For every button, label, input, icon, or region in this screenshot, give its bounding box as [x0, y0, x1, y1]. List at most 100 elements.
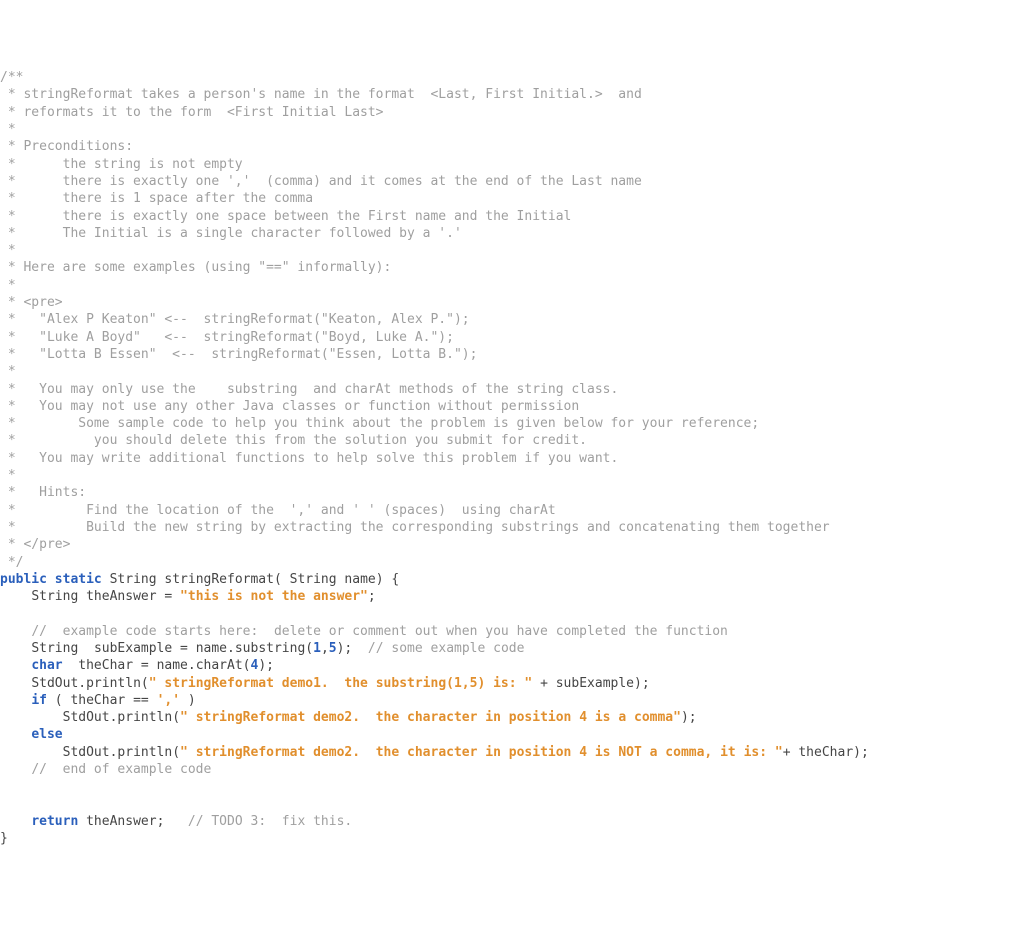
code-token-string: ',' — [157, 693, 180, 708]
code-line: * You may only use the substring and cha… — [0, 381, 1024, 398]
code-line: * — [0, 363, 1024, 380]
code-token-punct: = — [157, 589, 180, 604]
code-token-type: String — [110, 572, 157, 587]
code-line: StdOut.println(" stringReformat demo2. t… — [0, 744, 1024, 761]
code-token-comment: * The Initial is a single character foll… — [0, 226, 462, 241]
code-token-comment: * </pre> — [0, 537, 70, 552]
code-line: if ( theChar == ',' ) — [0, 692, 1024, 709]
code-line: * stringReformat takes a person's name i… — [0, 86, 1024, 103]
code-token-punct: ); — [337, 641, 368, 656]
code-token-punct — [78, 814, 86, 829]
code-line: * there is 1 space after the comma — [0, 190, 1024, 207]
code-token-comment: * — [0, 468, 16, 483]
code-token-ident: name — [157, 658, 188, 673]
code-line — [0, 605, 1024, 622]
code-line: * — [0, 242, 1024, 259]
code-line: * the string is not empty — [0, 156, 1024, 173]
code-token-comment: // example code starts here: delete or c… — [31, 624, 728, 639]
code-token-ident: name — [344, 572, 375, 587]
code-token-punct: ( — [243, 658, 251, 673]
code-line: * there is exactly one ',' (comma) and i… — [0, 173, 1024, 190]
code-token-punct: ( — [305, 641, 313, 656]
code-token-ident: subExample — [94, 641, 172, 656]
code-token-punct: ( — [47, 693, 70, 708]
code-token-punct — [78, 641, 94, 656]
code-token-string: "this is not the answer" — [180, 589, 368, 604]
code-token-punct: ( — [141, 676, 149, 691]
code-token-ident: name — [196, 641, 227, 656]
code-token-number: 5 — [329, 641, 337, 656]
code-line: char theChar = name.charAt(4); — [0, 657, 1024, 674]
code-token-ident: StdOut — [31, 676, 78, 691]
code-token-punct: = — [133, 658, 156, 673]
code-token-comment: // some example code — [368, 641, 525, 656]
code-token-punct: ); — [681, 710, 697, 725]
code-token-keyword: return — [31, 814, 78, 829]
code-token-punct — [0, 727, 31, 742]
code-line: * <pre> — [0, 294, 1024, 311]
code-line — [0, 778, 1024, 795]
code-line: * You may not use any other Java classes… — [0, 398, 1024, 415]
code-line: */ — [0, 554, 1024, 571]
code-line: String theAnswer = "this is not the answ… — [0, 588, 1024, 605]
code-line: * "Alex P Keaton" <-- stringReformat("Ke… — [0, 311, 1024, 328]
code-token-punct: ) — [180, 693, 196, 708]
code-token-comment: * You may only use the substring and cha… — [0, 382, 618, 397]
code-token-comment: * "Alex P Keaton" <-- stringReformat("Ke… — [0, 312, 470, 327]
code-token-comment: * "Lotta B Essen" <-- stringReformat("Es… — [0, 347, 477, 362]
code-line: } — [0, 830, 1024, 847]
code-token-punct — [0, 658, 31, 673]
code-token-type: String — [31, 641, 78, 656]
code-token-punct: . — [227, 641, 235, 656]
code-token-punct: ; — [368, 589, 376, 604]
code-token-comment: * there is exactly one space between the… — [0, 209, 571, 224]
code-token-string: " stringReformat demo1. the substring(1,… — [149, 676, 533, 691]
code-token-ident: charAt — [196, 658, 243, 673]
code-token-string: " stringReformat demo2. the character in… — [180, 710, 681, 725]
code-token-comment: * — [0, 122, 16, 137]
code-line: * "Luke A Boyd" <-- stringReformat("Boyd… — [0, 329, 1024, 346]
code-token-punct — [63, 658, 79, 673]
code-token-type: String — [31, 589, 78, 604]
code-line: * </pre> — [0, 536, 1024, 553]
code-token-ident: println — [86, 676, 141, 691]
code-line: * — [0, 121, 1024, 138]
code-token-punct: } — [0, 831, 8, 846]
code-line: * Preconditions: — [0, 138, 1024, 155]
code-token-ident: theChar — [798, 745, 853, 760]
code-token-punct — [0, 589, 31, 604]
code-token-ident: theChar — [78, 658, 133, 673]
code-token-ident: StdOut — [63, 710, 110, 725]
code-token-ident: theAnswer — [86, 814, 156, 829]
code-line: // end of example code — [0, 761, 1024, 778]
code-token-punct: ); — [634, 676, 650, 691]
code-token-punct: . — [78, 676, 86, 691]
code-token-comment: * you should delete this from the soluti… — [0, 433, 587, 448]
code-token-ident: stringReformat — [164, 572, 274, 587]
code-token-comment: // TODO 3: fix this. — [188, 814, 352, 829]
code-token-punct: ( — [172, 745, 180, 760]
code-token-ident: println — [117, 745, 172, 760]
code-token-comment: * reformats it to the form <First Initia… — [0, 105, 384, 120]
code-token-comment: * there is 1 space after the comma — [0, 191, 313, 206]
code-line: else — [0, 726, 1024, 743]
code-line: * Build the new string by extracting the… — [0, 519, 1024, 536]
code-token-keyword: else — [31, 727, 62, 742]
code-token-punct: + — [783, 745, 799, 760]
code-token-punct: ( — [172, 710, 180, 725]
code-token-comment: * Preconditions: — [0, 139, 133, 154]
code-token-comment: * stringReformat takes a person's name i… — [0, 87, 642, 102]
code-token-keyword: char — [31, 658, 62, 673]
code-token-punct — [0, 745, 63, 760]
code-token-punct: ; — [157, 814, 188, 829]
code-block: /** * stringReformat takes a person's na… — [0, 69, 1024, 847]
code-token-punct — [0, 624, 31, 639]
code-token-punct: , — [321, 641, 329, 656]
code-line: * The Initial is a single character foll… — [0, 225, 1024, 242]
code-token-comment: * Find the location of the ',' and ' ' (… — [0, 503, 556, 518]
code-line: StdOut.println(" stringReformat demo2. t… — [0, 709, 1024, 726]
code-line: * — [0, 277, 1024, 294]
code-line — [0, 796, 1024, 813]
code-line: * you should delete this from the soluti… — [0, 432, 1024, 449]
code-token-ident: println — [117, 710, 172, 725]
